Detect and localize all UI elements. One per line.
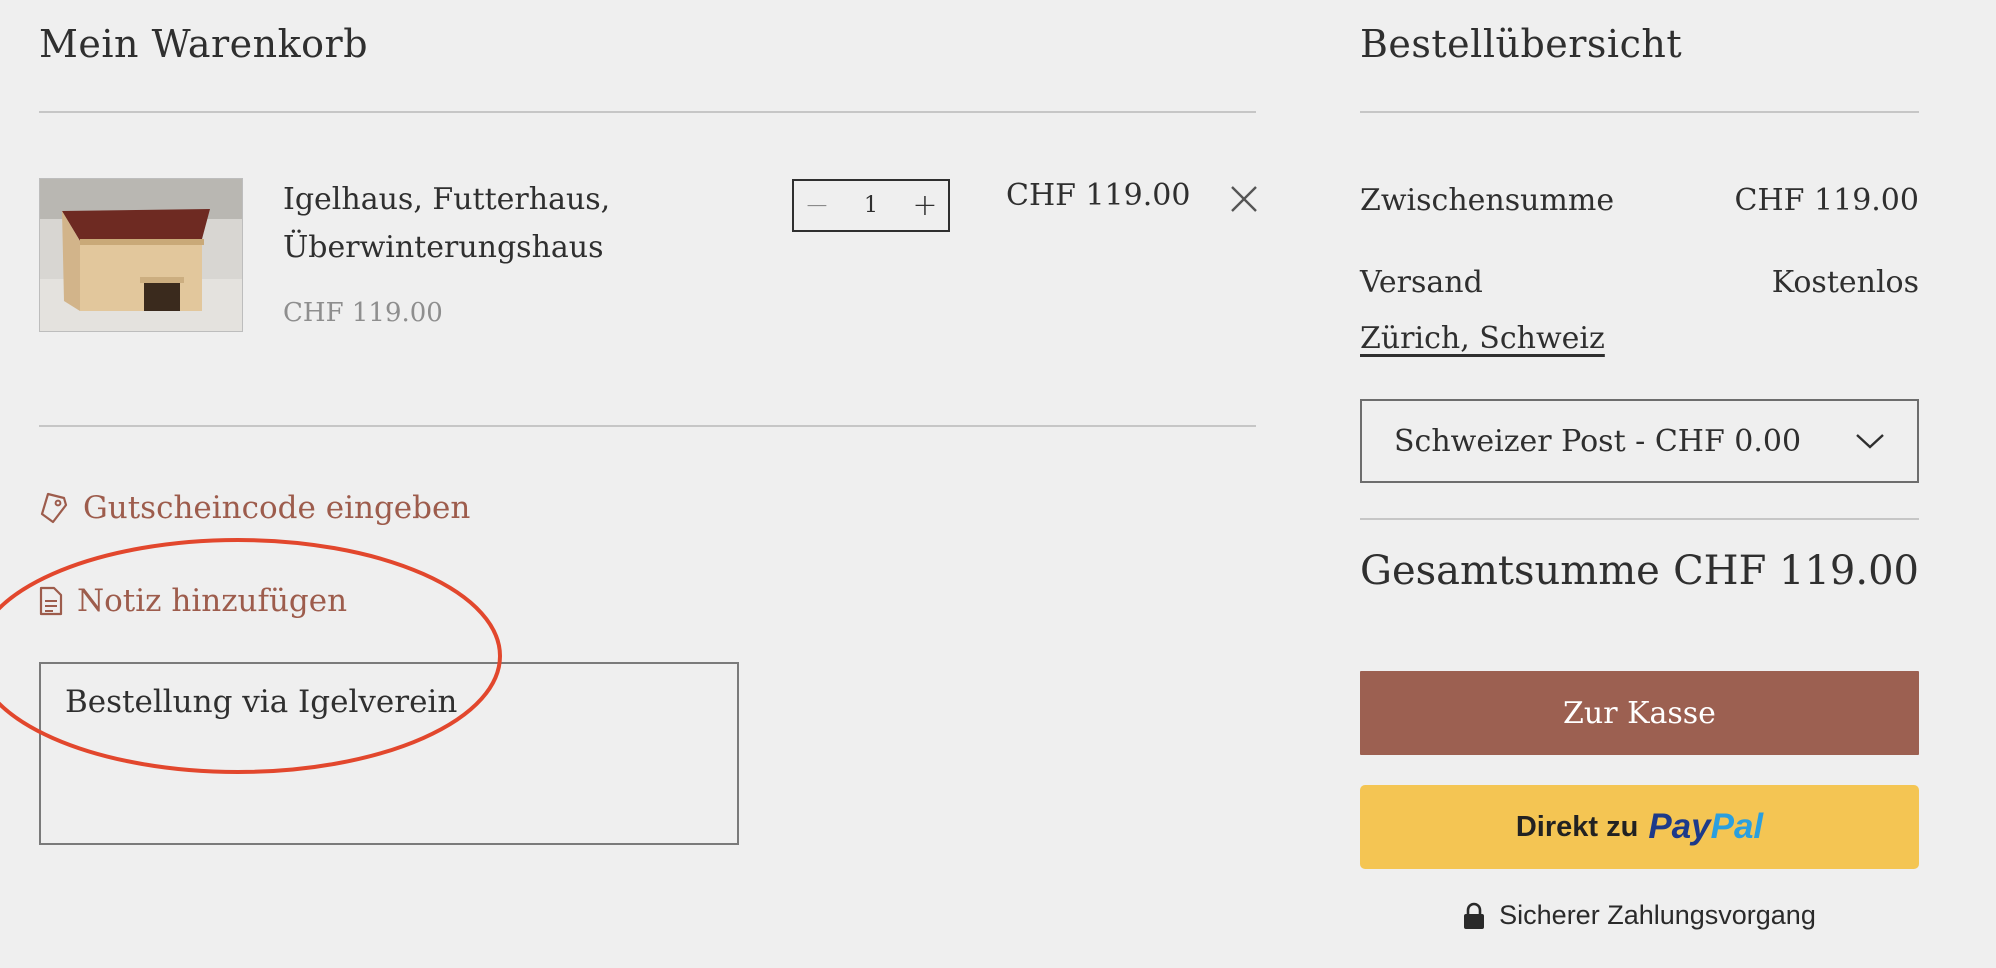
divider [1360,111,1919,113]
shipping-label: Versand [1360,265,1483,300]
quantity-value[interactable]: 1 [864,193,878,218]
subtotal-row: Zwischensumme CHF 119.00 [1360,183,1919,218]
divider [39,111,1256,113]
lock-icon [1464,902,1485,929]
paypal-button[interactable]: Direkt zu Pay Pal [1360,785,1919,869]
divider [1360,518,1919,520]
paypal-button-label: Direkt zu [1515,810,1639,843]
decrement-button[interactable]: − [794,181,840,230]
shipping-method-value: Schweizer Post - CHF 0.00 [1394,423,1802,459]
product-image[interactable] [39,178,243,332]
coupon-link[interactable]: Gutscheincode eingeben [39,490,470,526]
subtotal-label: Zwischensumme [1360,183,1615,218]
shipping-value: Kostenlos [1771,265,1919,300]
total-value: CHF 119.00 [1673,548,1919,594]
cart-title: Mein Warenkorb [39,22,369,66]
total-row: Gesamtsumme CHF 119.00 [1360,548,1919,594]
line-total: CHF 119.00 [1006,178,1191,213]
coupon-link-label[interactable]: Gutscheincode eingeben [83,490,470,526]
note-textarea[interactable]: Bestellung via Igelverein [39,662,739,845]
shipping-row: Versand Kostenlos [1360,265,1919,300]
total-label: Gesamtsumme [1360,548,1660,594]
remove-item-button[interactable] [1228,183,1260,215]
secure-payment-note: Sicherer Zahlungsvorgang [1360,900,1919,931]
paypal-logo-part-1: Pay [1648,807,1711,846]
product-unit-price: CHF 119.00 [283,298,443,328]
chevron-down-icon [1856,434,1884,449]
shipping-location-link[interactable]: Zürich, Schweiz [1360,321,1605,356]
tag-icon [40,492,68,524]
quantity-stepper: − 1 + [792,179,950,232]
product-name-line-2[interactable]: Überwinterungshaus [283,224,713,272]
increment-button[interactable]: + [902,181,948,230]
secure-payment-label: Sicherer Zahlungsvorgang [1499,900,1816,930]
close-icon [1231,186,1257,212]
summary-title: Bestellübersicht [1360,22,1683,66]
checkout-button[interactable]: Zur Kasse [1360,671,1919,755]
add-note-link-label[interactable]: Notiz hinzufügen [77,583,347,619]
product-name[interactable]: Igelhaus, Futterhaus, Überwinterungshaus [283,176,713,272]
document-icon [39,586,63,616]
subtotal-value: CHF 119.00 [1734,183,1919,218]
product-image-drawing [40,179,242,331]
add-note-link[interactable]: Notiz hinzufügen [39,583,347,619]
divider [39,425,1256,427]
shipping-method-select[interactable]: Schweizer Post - CHF 0.00 [1360,399,1919,483]
product-name-line-1[interactable]: Igelhaus, Futterhaus, [283,176,713,224]
paypal-logo-part-2: Pal [1710,807,1764,846]
